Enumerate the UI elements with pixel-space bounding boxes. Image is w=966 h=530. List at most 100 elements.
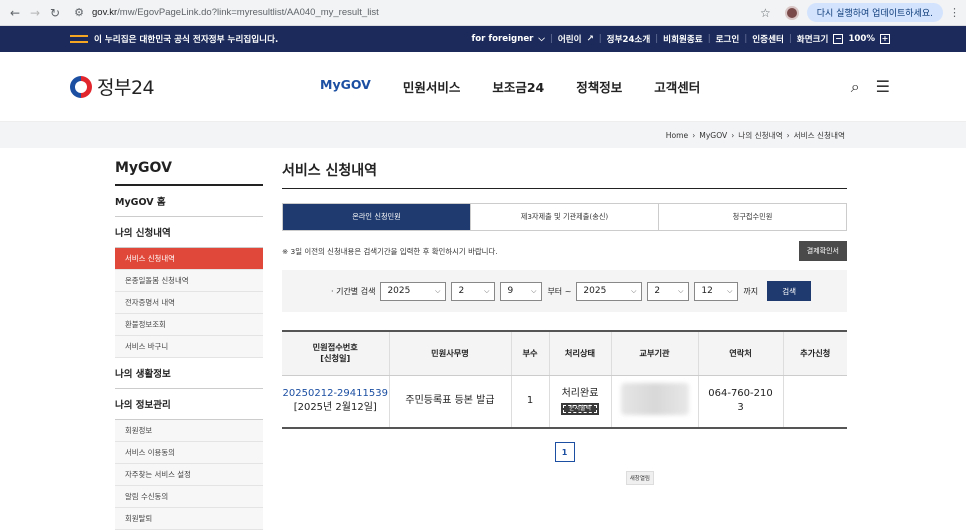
zoom-out-button[interactable]: − (833, 34, 844, 44)
link-guest-logout[interactable]: 비회원종료 (663, 33, 703, 45)
crumb-my-applications[interactable]: 나의 신청내역 (738, 130, 782, 141)
from-year-select[interactable]: 2025 ⌵ (380, 281, 447, 301)
cell-service-name: 주민등록표 등본 발급 (388, 375, 511, 429)
application-date: [2025년 2월12일] (293, 402, 377, 414)
from-day-select[interactable]: 9 ⌵ (500, 281, 543, 301)
bookmark-star-icon[interactable]: ☆ (760, 6, 771, 20)
side-sub-withdraw[interactable]: 회원탈퇴 (115, 508, 263, 530)
application-number-link[interactable]: 20250212-29411539 (282, 387, 389, 401)
link-kids[interactable]: 어린이 (558, 33, 582, 45)
url-path: /mw/EgovPageLink.do?link=myresultlist/AA… (117, 7, 379, 18)
reload-icon[interactable]: ↻ (46, 4, 64, 22)
side-item-my-applications[interactable]: 나의 신청내역 (115, 217, 263, 248)
divider: | (549, 34, 553, 44)
back-arrow-icon[interactable]: ← (6, 4, 24, 22)
side-sub-allday-care[interactable]: 온종일돌봄 신청내역 (115, 270, 263, 292)
side-submenu-applications: 서비스 신청내역 온종일돌봄 신청내역 전자증명서 내역 환불정보조회 서비스 … (115, 248, 263, 358)
side-sub-service-basket[interactable]: 서비스 바구니 (115, 336, 263, 358)
side-sub-member-info[interactable]: 회원정보 (115, 420, 263, 442)
contact-line-1: 064-760-210 (708, 388, 773, 400)
tab-third-party-submission[interactable]: 제3자제출 및 기관제출(송신) (470, 204, 658, 230)
link-cert-center[interactable]: 인증센터 (752, 33, 784, 45)
tab-claim-applications[interactable]: 청구접수민원 (658, 204, 846, 230)
nav-policy-info[interactable]: 정책정보 (576, 77, 622, 96)
crumb-home[interactable]: Home (666, 131, 688, 140)
status-text: 처리완료 (561, 388, 599, 400)
site-settings-icon[interactable]: ⚙ (70, 4, 88, 22)
hamburger-menu-icon[interactable]: ☰ (876, 77, 890, 97)
update-button[interactable]: 다시 실행하여 업데이트하세요. (806, 3, 943, 22)
chevron-right-icon: › (731, 130, 735, 140)
link-about[interactable]: 정부24소개 (607, 33, 651, 45)
col-service-name: 민원사무명 (388, 331, 511, 376)
redacted-agency (620, 382, 689, 415)
payment-confirmation-button[interactable]: 결제확인서 (798, 241, 847, 261)
chevron-right-icon: › (692, 130, 696, 140)
from-suffix: 부터 ~ (547, 286, 572, 296)
col-additional-request: 추가신청 (782, 331, 847, 376)
crumb-mygov[interactable]: MyGOV (699, 131, 727, 140)
gov-mark-icon (70, 35, 88, 43)
page-1-button[interactable]: 1 (554, 442, 575, 462)
side-sub-refund-info[interactable]: 환불정보조회 (115, 314, 263, 336)
zoom-level: 100% (848, 34, 875, 44)
cell-issuing-agency (610, 375, 698, 429)
side-item-my-info[interactable]: 나의 정보관리 (115, 389, 263, 420)
col-copies: 부수 (510, 331, 549, 376)
official-site-banner: 이 누리집은 대한민국 공식 전자정부 누리집입니다. for foreigne… (0, 26, 966, 52)
col-issuing-agency: 교부기관 (610, 331, 698, 376)
nav-customer-center[interactable]: 고객센터 (654, 77, 700, 96)
side-sub-notify-consent[interactable]: 알림 수신동의 (115, 486, 263, 508)
new-window-tooltip: 새창열림 (625, 471, 654, 485)
external-link-icon: ↗ (586, 34, 594, 44)
divider: | (744, 34, 748, 44)
print-document-button[interactable]: 문서출력 (560, 403, 600, 416)
nav-civil-service[interactable]: 민원서비스 (403, 77, 461, 96)
to-day-value: 12 (701, 286, 713, 296)
to-month-value: 2 (654, 286, 661, 296)
header-actions: ⌕ ☰ (851, 77, 890, 97)
nav-mygov[interactable]: MyGOV (320, 77, 371, 96)
forward-arrow-icon[interactable]: → (26, 4, 44, 22)
chevron-down-icon: ⌵ (727, 286, 733, 295)
from-month-value: 2 (458, 286, 465, 296)
chevron-down-icon: ⌵ (631, 286, 637, 295)
content-area: MyGOV MyGOV 홈 나의 신청내역 서비스 신청내역 온종일돌봄 신청내… (0, 148, 966, 530)
tab-online-applications[interactable]: 온라인 신청민원 (283, 204, 470, 230)
side-sub-service-applications[interactable]: 서비스 신청내역 (115, 248, 263, 270)
to-day-select[interactable]: 12 ⌵ (694, 281, 739, 301)
side-item-my-life[interactable]: 나의 생활정보 (115, 358, 263, 389)
application-tabs: 온라인 신청민원 제3자제출 및 기관제출(송신) 청구접수민원 (282, 203, 847, 231)
cell-contact: 064-760-210 3 (697, 375, 783, 429)
site-logo[interactable]: 정부24 (70, 73, 320, 100)
nav-subsidy24[interactable]: 보조금24 (492, 77, 544, 96)
period-search-label: · 기간별 검색 (331, 286, 376, 296)
main-panel: 서비스 신청내역 온라인 신청민원 제3자제출 및 기관제출(송신) 청구접수민… (282, 160, 847, 530)
table-header-row: 민원접수번호 [신청일] 민원사무명 부수 처리상태 교부기관 연락처 추가신청 (282, 331, 847, 376)
taegeuk-logo-icon (70, 75, 92, 98)
utility-links: for foreigner ⌵ | 어린이 ↗ | 정부24소개 | 비회원종료 |… (472, 33, 890, 45)
more-menu-icon[interactable]: ⋮ (949, 6, 960, 19)
main-nav: MyGOV 민원서비스 보조금24 정책정보 고객센터 (320, 77, 851, 96)
address-bar[interactable]: gov.kr/mw/EgovPageLink.do?link=myresultl… (92, 7, 760, 18)
divider: | (707, 34, 711, 44)
zoom-in-button[interactable]: + (880, 34, 890, 44)
side-submenu-info: 회원정보 서비스 이용동의 자주찾는 서비스 설정 알림 수신동의 회원탈퇴 (115, 420, 263, 530)
to-month-select[interactable]: 2 ⌵ (647, 281, 690, 301)
search-button[interactable]: 검색 (767, 281, 812, 301)
contact-line-2: 3 (737, 402, 744, 414)
side-sub-service-consent[interactable]: 서비스 이용동의 (115, 442, 263, 464)
side-sub-e-certificates[interactable]: 전자증명서 내역 (115, 292, 263, 314)
to-year-select[interactable]: 2025 ⌵ (576, 281, 643, 301)
period-search-box: · 기간별 검색 2025 ⌵ 2 ⌵ 9 ⌵ 부터 ~ 2025 ⌵ 2 ⌵ 12 ⌵ 까… (282, 270, 847, 312)
side-item-mygov-home[interactable]: MyGOV 홈 (115, 186, 263, 217)
breadcrumb: Home › MyGOV › 나의 신청내역 › 서비스 신청내역 (0, 122, 966, 148)
link-for-foreigner[interactable]: for foreigner (472, 34, 534, 44)
header-text: 민원접수번호 [신청일] (312, 341, 358, 364)
profile-avatar[interactable] (784, 5, 799, 20)
link-login[interactable]: 로그인 (716, 33, 740, 45)
from-month-select[interactable]: 2 ⌵ (451, 281, 496, 301)
chevron-down-icon: ⌵ (678, 286, 684, 295)
search-icon[interactable]: ⌕ (851, 77, 860, 97)
side-sub-favorite-services[interactable]: 자주찾는 서비스 설정 (115, 464, 263, 486)
